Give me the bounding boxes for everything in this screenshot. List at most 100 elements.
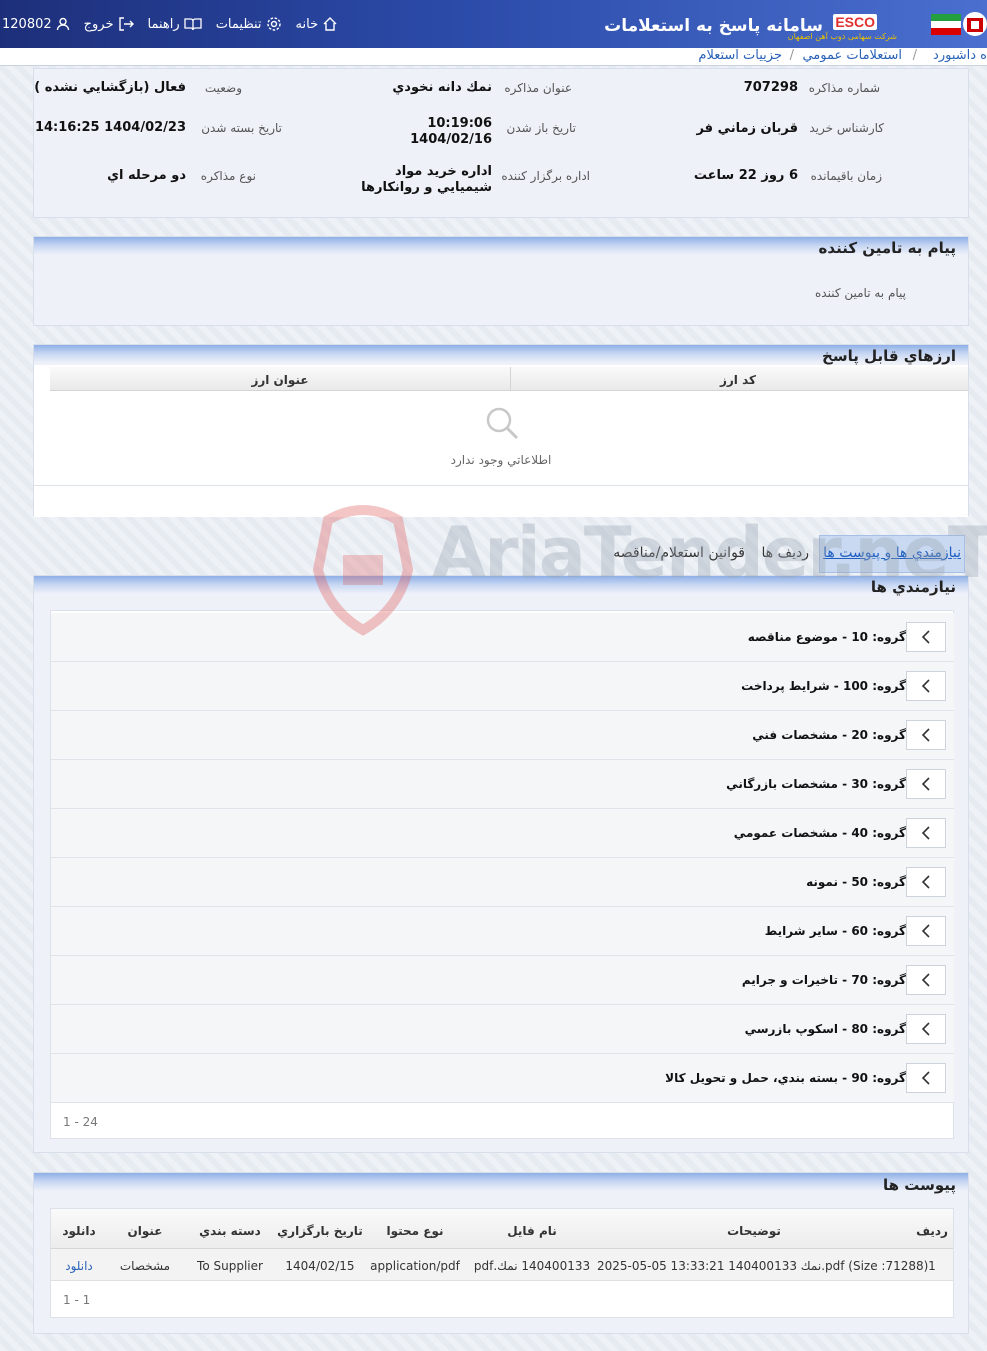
table-footer: [34, 485, 968, 517]
type-label: نوع مذاکره: [200, 169, 256, 183]
panel-header: [34, 576, 968, 594]
requirement-group-label: گروه: 50 - نمونه: [806, 875, 906, 889]
requirement-group[interactable]: گروه: 20 - مشخصات فني: [51, 711, 954, 760]
expert-label: کارشناس خريد: [809, 121, 884, 135]
currencies-title: ارزهاي قابل پاسخ: [822, 347, 956, 365]
requirement-group[interactable]: گروه: 10 - موضوع مناقصه: [51, 613, 954, 662]
gear-icon: [266, 17, 281, 31]
requirement-group-label: گروه: 20 - مشخصات فني: [752, 728, 906, 742]
status-label: وضعيت: [204, 81, 242, 95]
chevron-left-icon: [921, 1071, 930, 1085]
close-date: 1404/02/23 14:16:25: [34, 120, 186, 135]
expand-button[interactable]: [906, 818, 946, 848]
requirement-group-label: گروه: 70 - تاخيرات و جرايم: [741, 973, 906, 987]
requirement-group[interactable]: گروه: 30 - مشخصات بازرگاني: [51, 760, 954, 809]
requirement-group[interactable]: گروه: 80 - اسکوپ بازرسي: [51, 1005, 954, 1054]
requirement-group-label: گروه: 80 - اسکوپ بازرسي: [744, 1022, 906, 1036]
breadcrumb-public-inquiries[interactable]: استعلامات عمومي: [802, 48, 902, 63]
help-label: راهنما: [147, 16, 180, 32]
user-icon: [56, 17, 69, 31]
chevron-left-icon: [921, 679, 930, 693]
requirement-group[interactable]: گروه: 60 - ساير شرايط: [51, 907, 954, 956]
column-category: دسته بندي: [199, 1224, 261, 1238]
column-row: رديف: [916, 1224, 948, 1238]
supplier-message-panel: پيام به تامين کننده پيام به تامين کننده: [33, 236, 969, 326]
remaining-time: 6 روز 22 ساعت: [693, 168, 798, 183]
home-button[interactable]: خانه: [296, 16, 339, 32]
tab-rows[interactable]: رديف ها: [762, 545, 809, 561]
user-id[interactable]: 120802: [2, 17, 70, 32]
column-upload-date: تاريخ بارگزاري: [277, 1224, 363, 1238]
help-button[interactable]: راهنما: [148, 17, 202, 32]
column-download: دانلود: [62, 1224, 96, 1238]
expand-button[interactable]: [906, 671, 946, 701]
title-label: عنوان مذاکره: [504, 81, 572, 95]
open-time: 10:19:06: [427, 116, 492, 131]
requirements-title: نيازمندي ها: [870, 578, 956, 596]
logout-button[interactable]: خروج: [84, 17, 134, 32]
settings-button[interactable]: تنظيمات: [216, 16, 282, 32]
chevron-left-icon: [921, 728, 930, 742]
panel-header: [34, 1173, 968, 1191]
cell-content-type: application/pdf: [370, 1259, 460, 1273]
expand-button[interactable]: [906, 720, 946, 750]
supplier-message-text: پيام به تامين کننده: [815, 286, 906, 300]
requirements-panel: نيازمندي ها گروه: 10 - موضوع مناقصه گروه…: [33, 575, 969, 1153]
home-icon: [323, 17, 337, 31]
expand-button[interactable]: [906, 965, 946, 995]
column-file-name: نام فايل: [507, 1224, 557, 1238]
requirement-group[interactable]: گروه: 100 - شرايط پرداخت: [51, 662, 954, 711]
cell-file-name: 140400133 نمك.pdf: [473, 1259, 591, 1273]
status-value: فعال (بازگشايي نشده ): [34, 80, 186, 95]
expand-button[interactable]: [906, 1014, 946, 1044]
supplier-message-title: پيام به تامين کننده: [818, 239, 956, 257]
expand-button[interactable]: [906, 867, 946, 897]
attachments-panel: پيوست ها رديف توضيحات نام فايل نوع محتوا…: [33, 1172, 969, 1334]
column-description: توضيحات: [727, 1224, 781, 1238]
breadcrumb-separator: /: [789, 48, 794, 63]
column-content-type: نوع محتوا: [386, 1224, 444, 1238]
cell-category: To Supplier: [197, 1259, 263, 1273]
chevron-left-icon: [921, 777, 930, 791]
attachments-table: رديف توضيحات نام فايل نوع محتوا تاريخ با…: [50, 1208, 954, 1318]
cell-title: مشخصات: [119, 1259, 171, 1273]
tab-requirements-label[interactable]: نيازمندي ها و پيوست ها: [823, 545, 961, 561]
expert-value: قربان زماني فر: [696, 121, 798, 136]
requirement-group[interactable]: گروه: 50 - نمونه: [51, 858, 954, 907]
home-label: خانه: [295, 16, 319, 32]
tab-rules[interactable]: قوانين استعلام/مناقصه: [613, 545, 745, 561]
requirement-group-label: گروه: 30 - مشخصات بازرگاني: [726, 777, 906, 791]
column-currency-code: کد ارز: [719, 373, 757, 387]
breadcrumb-dashboard[interactable]: ه داشبورد: [933, 48, 987, 63]
breadcrumb-inquiry-details[interactable]: جزييات استعلام: [698, 48, 782, 63]
breadcrumb: ه داشبورد / استعلامات عمومي / جزييات است…: [0, 48, 987, 66]
requirement-group-label: گروه: 40 - مشخصات عمومي: [733, 826, 906, 840]
requirement-group-label: گروه: 90 - بسته بندي، حمل و تحويل كالا: [665, 1071, 906, 1085]
empty-message: اطلاعاتي وجود ندارد: [450, 453, 552, 467]
open-date-label: تاريخ باز شدن: [506, 121, 576, 135]
requirement-group[interactable]: گروه: 40 - مشخصات عمومي: [51, 809, 954, 858]
download-link[interactable]: دانلود: [51, 1259, 107, 1273]
expand-button[interactable]: [906, 916, 946, 946]
expand-button[interactable]: [906, 769, 946, 799]
type-value: دو مرحله اي: [107, 168, 186, 183]
user-id-label: 120802: [2, 16, 52, 32]
currencies-panel: ارزهاي قابل پاسخ کد ارز عنوان ارز اطلاعا…: [33, 344, 969, 517]
requirement-group[interactable]: گروه: 90 - بسته بندي، حمل و تحويل كالا: [51, 1054, 954, 1103]
remaining-label: زمان باقيمانده: [810, 169, 882, 183]
organizer-label: اداره برگزار کننده: [501, 169, 590, 183]
logout-icon: [118, 17, 134, 31]
organizer-line2: شيميايي و روانكارها: [361, 180, 492, 195]
requirements-list: گروه: 10 - موضوع مناقصه گروه: 100 - شراي…: [50, 610, 954, 1139]
expand-button[interactable]: [906, 1063, 946, 1093]
settings-label: تنظيمات: [215, 16, 262, 32]
attachments-title: پيوست ها: [882, 1176, 956, 1194]
breadcrumb-separator: /: [912, 48, 917, 63]
book-icon: [184, 18, 202, 31]
currencies-table: کد ارز عنوان ارز اطلاعاتي وجود ندارد: [34, 365, 968, 485]
expand-button[interactable]: [906, 622, 946, 652]
cell-description: 2025-05-05 13:33:21 140400133 نمك.pdf (S…: [597, 1259, 929, 1273]
requirement-group[interactable]: گروه: 70 - تاخيرات و جرايم: [51, 956, 954, 1005]
open-date: 1404/02/16: [410, 132, 492, 147]
chevron-left-icon: [921, 875, 930, 889]
